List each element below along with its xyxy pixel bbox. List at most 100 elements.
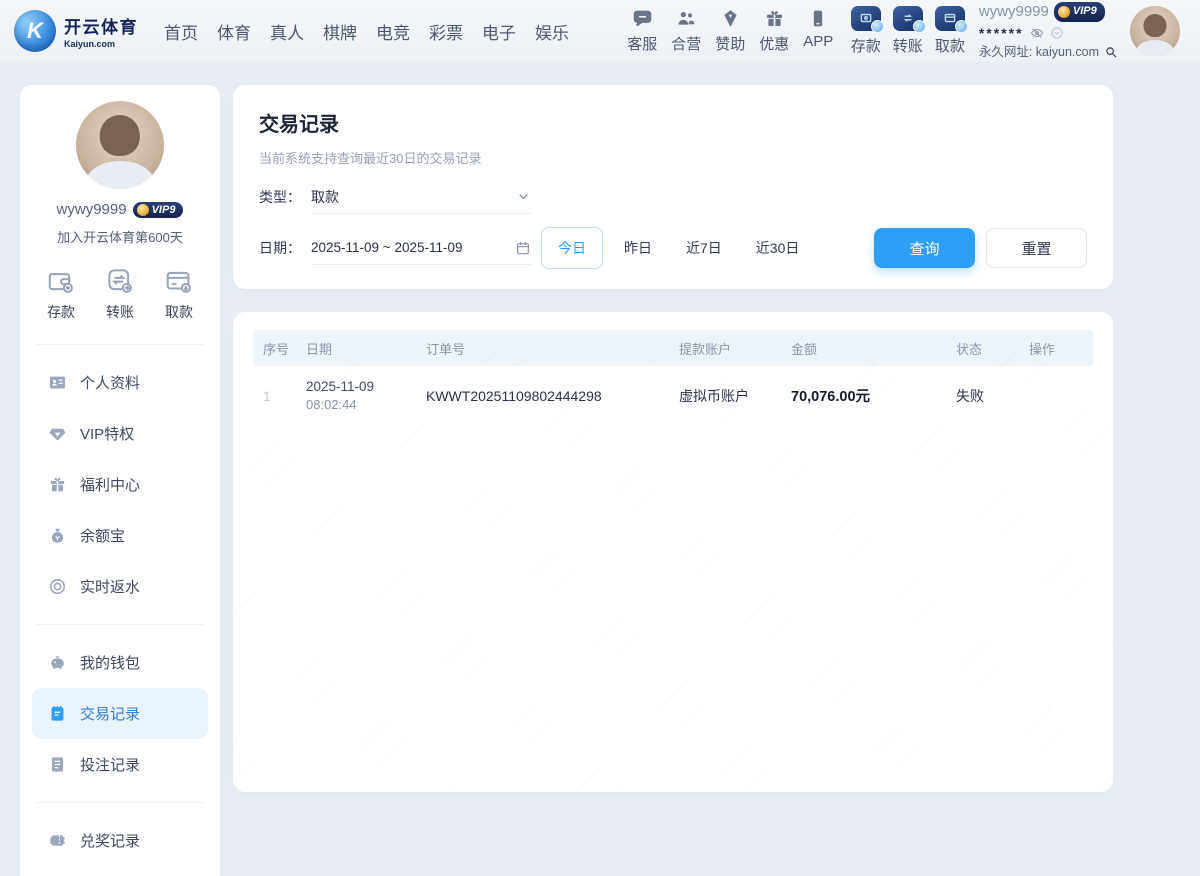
calendar-icon [515, 240, 531, 256]
search-button[interactable]: 查询 [874, 228, 975, 268]
sidebar-item-vip-label: VIP特权 [80, 423, 134, 444]
profile-vip-badge: VIP9 [133, 202, 184, 218]
sidebar-item-rebate[interactable]: 实时返水 [32, 561, 208, 612]
sidebar-menu-group-3: 兑奖记录 消息中心 99+ [20, 811, 220, 876]
topbar-quick-links: 客服 合营 赞助 优惠 [626, 7, 835, 54]
range-7days-button[interactable]: 近7日 [673, 228, 735, 268]
cell-amount: 70,076.00元 [781, 385, 946, 406]
brand-text: 开云体育 Kaiyun.com [64, 13, 138, 49]
sidebar-item-profile-label: 个人资料 [80, 372, 140, 393]
welfare-gift-icon [48, 475, 67, 494]
profile-block: wywy9999 VIP9 加入开云体育第600天 [20, 101, 220, 246]
nav-item-entertainment[interactable]: 娱乐 [533, 15, 571, 48]
transfer-link[interactable]: 转账 [893, 6, 923, 56]
eye-off-icon[interactable] [1029, 26, 1045, 40]
promo-label: 优惠 [759, 33, 789, 54]
app-link[interactable]: APP [802, 7, 835, 54]
deposit-link[interactable]: 存款 [851, 6, 881, 56]
quick-action-withdraw[interactable]: 取款 [164, 266, 194, 322]
cell-status: 失败 [946, 386, 1019, 406]
quick-action-transfer[interactable]: 转账 [105, 266, 135, 322]
sponsor-link[interactable]: 赞助 [714, 7, 747, 54]
gift-icon [764, 7, 785, 29]
range-yesterday-button[interactable]: 昨日 [611, 228, 665, 268]
search-icon[interactable] [1104, 45, 1118, 59]
sidebar-divider [36, 344, 204, 345]
nav-item-slots[interactable]: 电子 [480, 15, 518, 48]
sidebar-item-prizes[interactable]: 兑奖记录 [32, 815, 208, 866]
header-index: 序号 [253, 339, 296, 358]
circle-chevron-icon[interactable] [1050, 26, 1064, 40]
range-30days-button[interactable]: 近30日 [743, 228, 813, 268]
cell-index: 1 [253, 388, 296, 404]
vip-gem-icon [1058, 6, 1070, 18]
type-filter-row: 类型： 取款 [259, 180, 1087, 214]
profile-avatar[interactable] [76, 101, 164, 189]
nav-item-home[interactable]: 首页 [162, 15, 200, 48]
reset-button[interactable]: 重置 [986, 228, 1087, 268]
sidebar-item-vip[interactable]: VIP特权 [32, 408, 208, 459]
range-today-button[interactable]: 今日 [541, 227, 603, 269]
withdraw-card-icon [164, 266, 194, 296]
rebate-target-icon [48, 577, 67, 596]
nav-item-live[interactable]: 真人 [268, 15, 306, 48]
nav-item-lottery[interactable]: 彩票 [427, 15, 465, 48]
sidebar-menu-group-2: 我的钱包 交易记录 投注记录 [20, 633, 220, 794]
brand-logo[interactable]: K 开云体育 Kaiyun.com [14, 10, 138, 52]
service-label: 客服 [627, 33, 657, 54]
deposit-label: 存款 [851, 35, 881, 56]
partners-label: 合营 [671, 33, 701, 54]
topbar-right: 客服 合营 赞助 优惠 [626, 1, 1180, 61]
date-filter-label: 日期： [259, 238, 311, 258]
topbar: K 开云体育 Kaiyun.com 首页 体育 真人 棋牌 电竞 彩票 电子 娱… [0, 0, 1200, 62]
header-date: 日期 [296, 339, 416, 358]
app-label: APP [803, 33, 833, 50]
profile-username: wywy9999 [57, 201, 127, 218]
brand-name: 开云体育 [64, 13, 138, 38]
sidebar-item-yuebao-label: 余额宝 [80, 525, 125, 546]
cell-order-no: KWWT20251109802444298 [416, 388, 669, 404]
withdraw-link[interactable]: 取款 [935, 6, 965, 56]
sponsor-label: 赞助 [715, 33, 745, 54]
sidebar-item-transactions-label: 交易记录 [80, 703, 140, 724]
type-select-value: 取款 [311, 187, 339, 207]
header-status: 状态 [946, 339, 1019, 358]
vip-gem-icon [48, 424, 67, 443]
withdraw-label: 取款 [935, 35, 965, 56]
sidebar-item-wallet[interactable]: 我的钱包 [32, 637, 208, 688]
sidebar-item-wallet-label: 我的钱包 [80, 652, 140, 673]
main-nav: 首页 体育 真人 棋牌 电竞 彩票 电子 娱乐 [162, 15, 571, 48]
sponsor-gem-icon [720, 7, 741, 29]
user-avatar[interactable] [1130, 6, 1180, 56]
cell-date: 2025-11-09 08:02:44 [296, 379, 416, 412]
nav-item-esports[interactable]: 电竞 [374, 15, 412, 48]
chevron-down-icon [516, 189, 531, 204]
nav-item-cards[interactable]: 棋牌 [321, 15, 359, 48]
sidebar-item-yuebao[interactable]: 余额宝 [32, 510, 208, 561]
quick-action-deposit[interactable]: 存款 [46, 266, 76, 322]
joined-days-text: 加入开云体育第600天 [20, 227, 220, 246]
table-row: 1 2025-11-09 08:02:44 KWWT20251109802444… [253, 366, 1093, 425]
partners-icon [675, 7, 697, 29]
partners-link[interactable]: 合营 [670, 7, 703, 54]
type-select[interactable]: 取款 [311, 180, 531, 214]
nav-item-sports[interactable]: 体育 [215, 15, 253, 48]
type-filter-label: 类型： [259, 187, 311, 207]
sidebar-item-profile[interactable]: 个人资料 [32, 357, 208, 408]
date-range-input[interactable]: 2025-11-09 ~ 2025-11-09 [311, 231, 531, 265]
header-actions: 操作 [1019, 339, 1093, 358]
main-content: 交易记录 当前系统支持查询最近30日的交易记录 类型： 取款 日期： 2025-… [233, 85, 1113, 792]
vip-gem-icon [137, 204, 149, 216]
topbar-wallet-links: 存款 转账 取款 [851, 6, 965, 56]
service-link[interactable]: 客服 [626, 7, 659, 54]
sidebar-item-messages[interactable]: 消息中心 99+ [32, 866, 208, 876]
sidebar-item-bets-label: 投注记录 [80, 754, 140, 775]
sidebar-item-transactions[interactable]: 交易记录 [32, 688, 208, 739]
id-card-icon [48, 373, 67, 392]
sidebar-item-bets[interactable]: 投注记录 [32, 739, 208, 790]
sidebar-item-welfare[interactable]: 福利中心 [32, 459, 208, 510]
promo-link[interactable]: 优惠 [758, 7, 791, 54]
transfer-arrows-icon [105, 266, 135, 296]
transfer-tile-icon [893, 6, 923, 31]
sidebar-divider [36, 802, 204, 803]
